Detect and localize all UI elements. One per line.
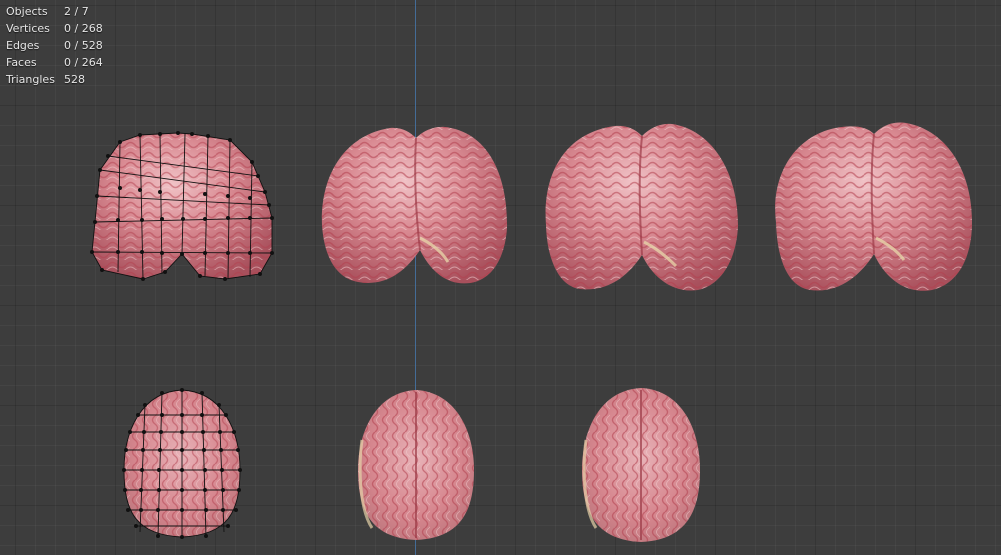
- brain-top-model-3: [582, 388, 700, 542]
- brain-front-lowpoly-wireframe: [90, 131, 274, 281]
- brain-front-model-2: [321, 126, 508, 284]
- stat-vertices: Vertices 0 / 268: [6, 22, 103, 35]
- stat-faces: Faces 0 / 264: [6, 56, 103, 69]
- brain-front-model-4: [775, 122, 972, 291]
- stat-triangles: Triangles 528: [6, 73, 85, 86]
- brain-top-model-2: [358, 390, 474, 540]
- stat-edges: Edges 0 / 528: [6, 39, 103, 52]
- stat-objects: Objects 2 / 7: [6, 5, 89, 18]
- viewport-scene: [90, 122, 972, 542]
- brain-top-lowpoly-wireframe: [122, 388, 242, 539]
- 3d-viewport[interactable]: Objects 2 / 7 Vertices 0 / 268 Edges 0 /…: [0, 0, 1001, 555]
- brain-front-model-3: [545, 123, 738, 291]
- scene-statistics-overlay: Objects 2 / 7 Vertices 0 / 268 Edges 0 /…: [6, 3, 103, 88]
